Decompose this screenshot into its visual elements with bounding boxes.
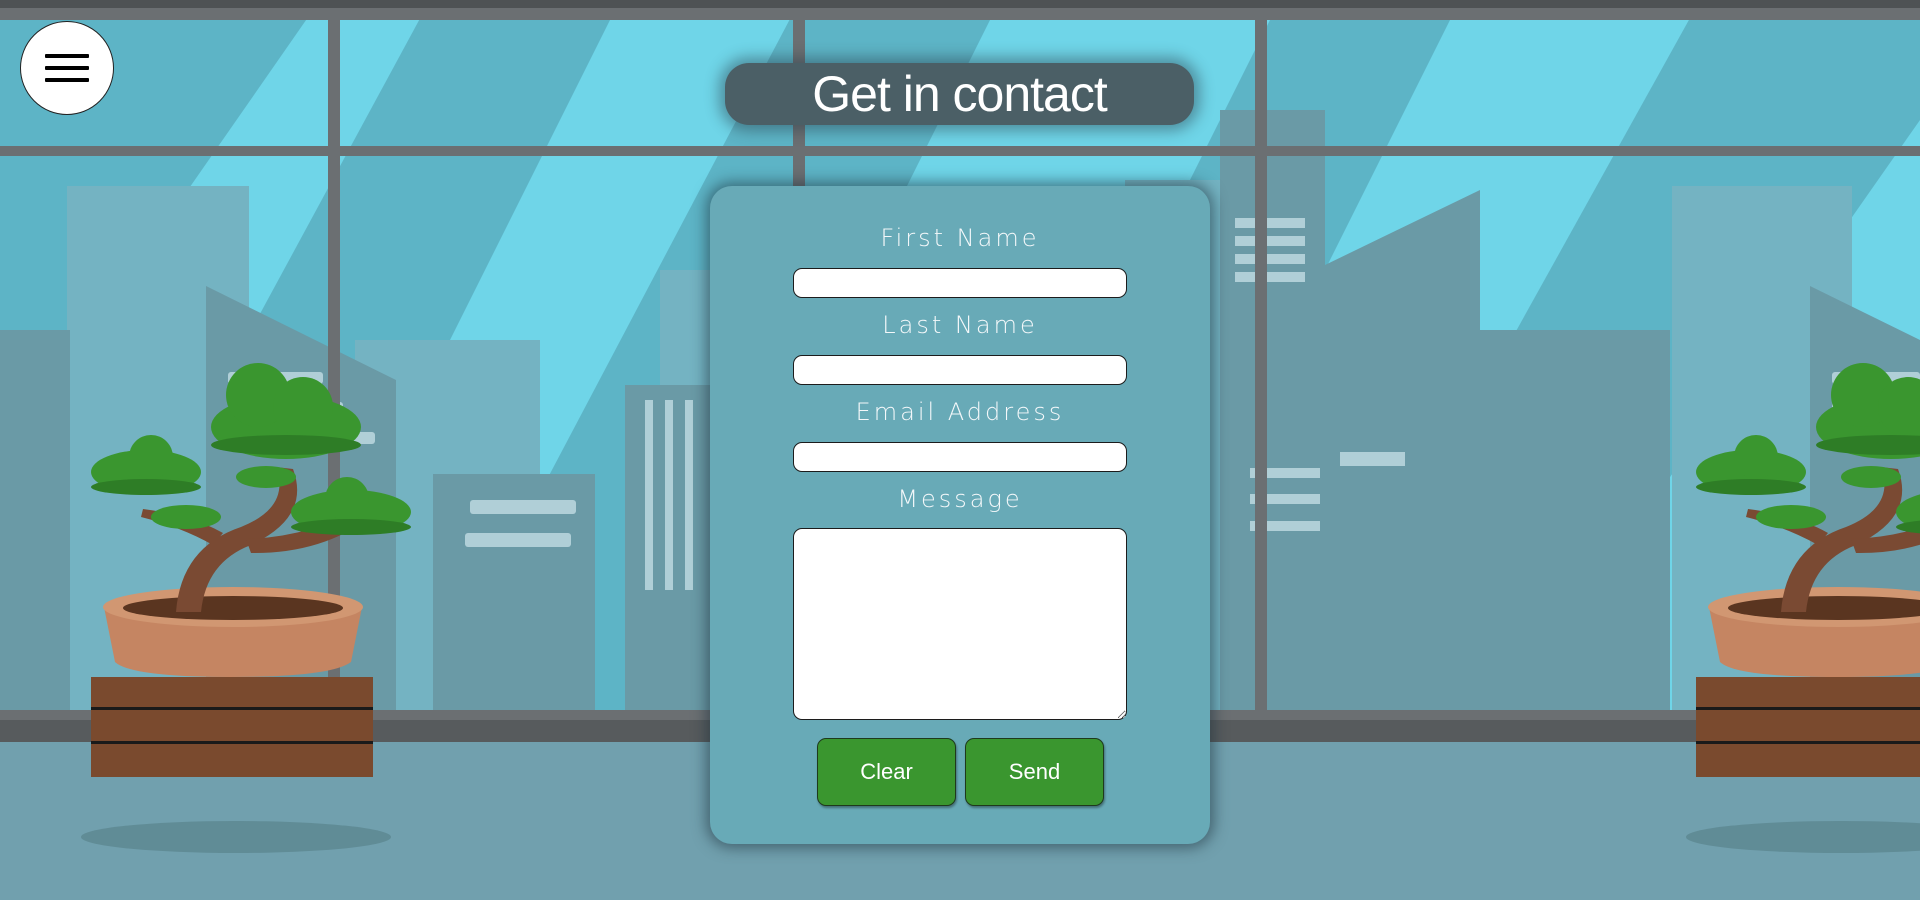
- email-field[interactable]: [793, 442, 1127, 472]
- message-label: Message: [897, 485, 1023, 513]
- contact-form: First Name Last Name Email Address Messa…: [710, 186, 1210, 844]
- message-field[interactable]: [793, 528, 1127, 720]
- clear-button[interactable]: Clear: [817, 738, 956, 806]
- last-name-field[interactable]: [793, 355, 1127, 385]
- page-title: Get in contact: [812, 66, 1107, 122]
- menu-button[interactable]: [20, 21, 114, 115]
- menu-icon-bar: [45, 54, 89, 58]
- menu-icon-bar: [45, 78, 89, 82]
- first-name-label: First Name: [880, 224, 1040, 252]
- menu-icon-bar: [45, 66, 89, 70]
- email-label: Email Address: [855, 398, 1065, 426]
- hamburger-menu-icon: [45, 54, 89, 82]
- last-name-label: Last Name: [882, 311, 1038, 339]
- page-title-banner: Get in contact: [725, 63, 1194, 125]
- first-name-field[interactable]: [793, 268, 1127, 298]
- send-button[interactable]: Send: [965, 738, 1104, 806]
